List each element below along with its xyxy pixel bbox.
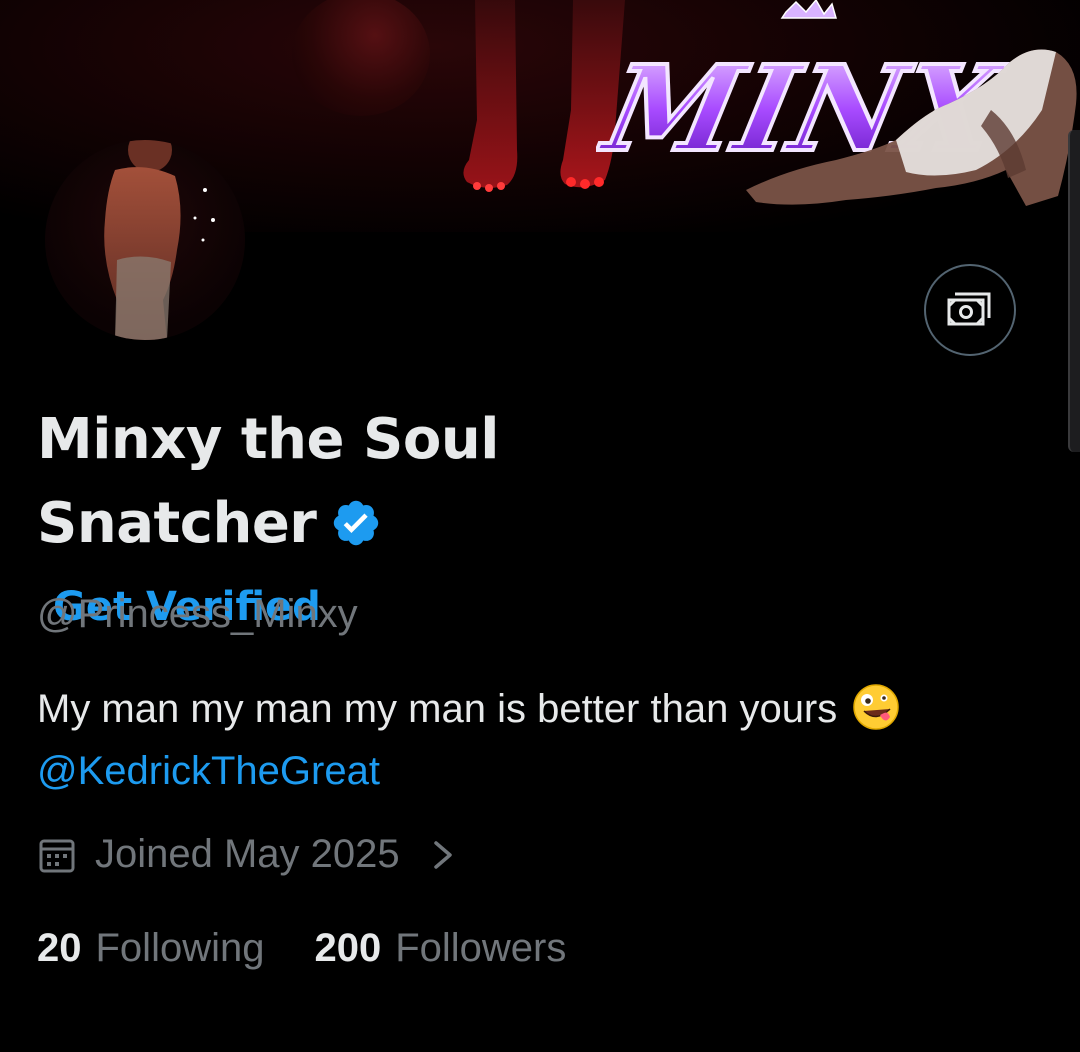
zany-face-emoji xyxy=(853,684,900,731)
following-label: Following xyxy=(95,926,265,970)
calendar-icon xyxy=(39,839,75,872)
following-stat-link[interactable]: 20 Following xyxy=(37,926,264,971)
following-count: 20 xyxy=(37,926,82,970)
banner-balloon xyxy=(292,0,430,116)
bio-mention-link[interactable]: @KedrickTheGreat xyxy=(37,749,380,793)
followers-stat-link[interactable]: 200 Followers xyxy=(314,926,566,971)
joined-date: Joined May 2025 xyxy=(95,832,400,876)
banner-logo: MINX xyxy=(596,0,1077,207)
profile-bio: My man my man my man is better than your… xyxy=(37,678,1037,802)
display-name: Minxy the Soul Snatcher xyxy=(37,407,499,556)
profile-handle: @Princess_Minxy xyxy=(37,592,358,636)
money-icon xyxy=(947,292,991,326)
chevron-right-icon xyxy=(433,840,452,869)
verified-badge-icon[interactable] xyxy=(330,497,382,549)
bio-text: My man my man my man is better than your… xyxy=(37,687,838,731)
follow-stats: 20 Following 200 Followers xyxy=(37,926,566,971)
joined-date-row[interactable]: Joined May 2025 xyxy=(37,832,456,877)
tip-button[interactable] xyxy=(924,264,1016,356)
followers-label: Followers xyxy=(395,926,567,970)
avatar-photo xyxy=(104,140,215,340)
followers-count: 200 xyxy=(314,926,382,970)
side-scroll-handle[interactable] xyxy=(1068,130,1080,452)
profile-avatar[interactable] xyxy=(45,140,245,340)
